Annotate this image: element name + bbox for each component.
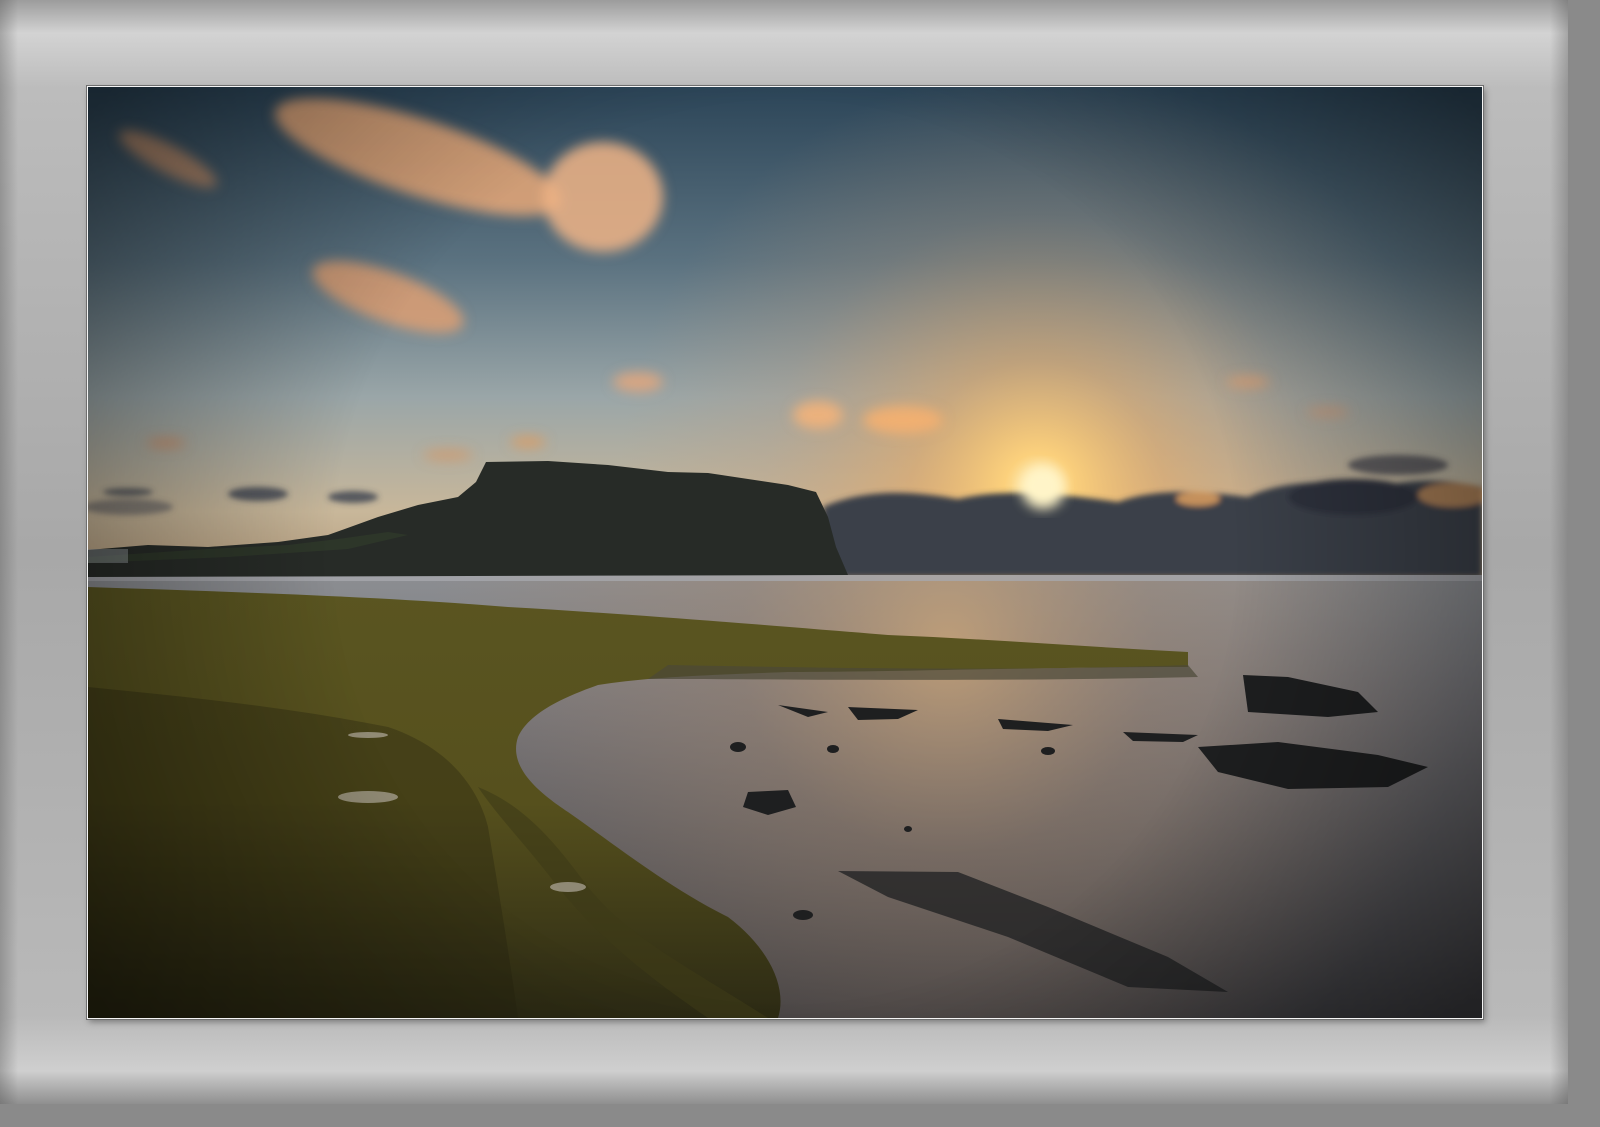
frame-bevel-right <box>1478 0 1568 1104</box>
picture-frame <box>0 0 1568 1104</box>
frame-bevel-left <box>0 0 90 1104</box>
seascape-scene <box>88 87 1482 1018</box>
photograph <box>87 86 1483 1019</box>
vignette <box>88 87 1482 1018</box>
